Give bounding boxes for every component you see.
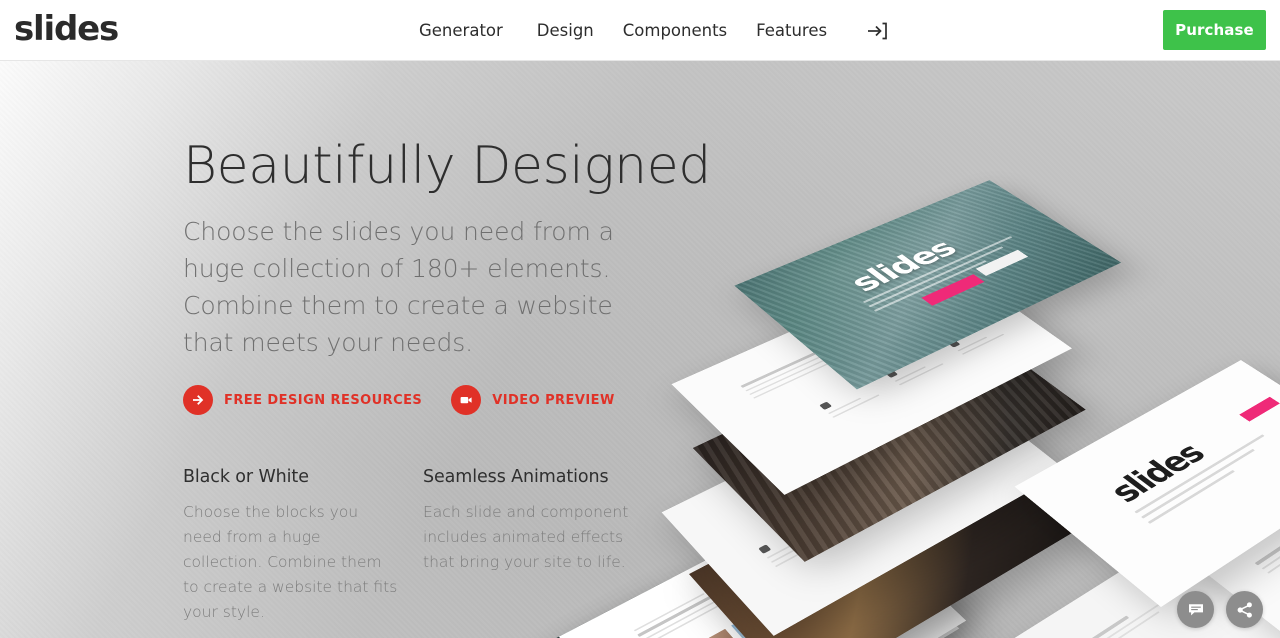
nav-item-design[interactable]: Design <box>532 21 623 40</box>
main-navigation: Generator Design Components Features <box>419 0 888 61</box>
feature-body: Choose the blocks you need from a huge c… <box>183 503 398 621</box>
share-icon <box>1237 601 1252 618</box>
chat-icon <box>1188 603 1203 615</box>
feature-columns: Black or White Choose the blocks you nee… <box>183 465 663 625</box>
hero-section: slides slides Beautifully Designed Choos… <box>0 61 1280 638</box>
free-design-resources-label: FREE DESIGN RESOURCES <box>224 392 423 408</box>
purchase-button[interactable]: Purchase <box>1163 10 1266 50</box>
sign-in-icon <box>868 22 887 39</box>
sign-in-button[interactable] <box>856 20 888 42</box>
floating-action-buttons <box>1177 591 1263 628</box>
nav-item-features[interactable]: Features <box>756 21 856 40</box>
slide-mock-pink-bar <box>1239 396 1280 422</box>
chat-button[interactable] <box>1177 591 1214 628</box>
hero-subcopy: Choose the slides you need from a huge c… <box>183 217 614 357</box>
share-button[interactable] <box>1226 591 1263 628</box>
page-root: slides Generator Design Components Featu… <box>0 0 1280 638</box>
arrow-right-icon <box>183 385 213 415</box>
feature-body: Each slide and component includes animat… <box>423 503 629 571</box>
nav-item-components[interactable]: Components <box>623 21 756 40</box>
site-header: slides Generator Design Components Featu… <box>0 0 1280 61</box>
page-title: Beautifully Designed <box>183 136 711 196</box>
nav-item-generator[interactable]: Generator <box>419 21 532 40</box>
feature-title: Black or White <box>183 467 309 487</box>
video-preview-label: VIDEO PREVIEW <box>492 392 615 408</box>
video-preview-link[interactable]: VIDEO PREVIEW <box>451 385 615 415</box>
feature-black-or-white: Black or White Choose the blocks you nee… <box>183 465 423 625</box>
video-camera-icon <box>451 385 482 415</box>
feature-title: Seamless Animations <box>423 467 609 487</box>
hero-copy: Beautifully Designed Choose the slides y… <box>183 135 711 361</box>
feature-seamless-animations: Seamless Animations Each slide and compo… <box>423 465 663 625</box>
hero-cta-row: FREE DESIGN RESOURCES VIDEO PREVIEW <box>183 385 644 415</box>
logo[interactable]: slides <box>14 9 119 49</box>
free-design-resources-link[interactable]: FREE DESIGN RESOURCES <box>183 385 422 415</box>
